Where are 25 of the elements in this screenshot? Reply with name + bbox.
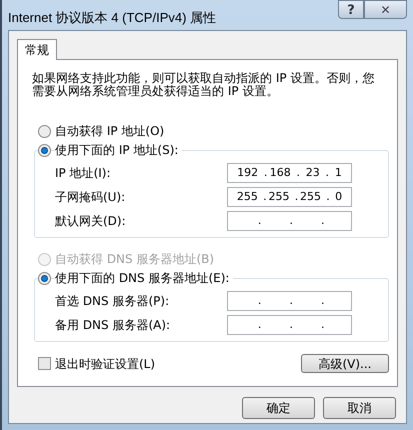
field-label: 首选 DNS 服务器(P): xyxy=(55,293,170,310)
radio-button[interactable] xyxy=(38,272,51,284)
tab[interactable]: 常规 xyxy=(17,39,57,60)
close-button[interactable]: ✕ xyxy=(364,0,407,19)
intro-text: 如果网络支持此功能，则可以获取自动指派的 IP 设置。否则，您需要从网络系统管理员处获得适当的 IP 设置。 xyxy=(32,72,376,98)
field-label: 默认网关(D): xyxy=(55,213,127,230)
ip-address-field[interactable]: 192 .168 . 23 . 1 xyxy=(227,163,352,183)
radio-label: 使用下面的 IP 地址(S): xyxy=(55,142,182,158)
ip-address-field[interactable]: . . . xyxy=(227,291,352,311)
checkbox[interactable] xyxy=(38,357,51,370)
ip-address-field[interactable]: 255 .255 .255 . 0 xyxy=(227,187,352,207)
help-button[interactable]: ? xyxy=(338,0,364,19)
radio-button[interactable] xyxy=(38,144,51,156)
ip-address-field[interactable]: . . . xyxy=(227,315,352,335)
field-label: 备用 DNS 服务器(A): xyxy=(55,317,172,334)
checkbox-label: 退出时验证设置(L) xyxy=(55,356,156,372)
dialog-button[interactable]: 取消 xyxy=(323,397,396,419)
radio-label: 使用下面的 DNS 服务器地址(E): xyxy=(55,270,234,286)
dialog-button[interactable]: 确定 xyxy=(242,397,315,419)
advanced-button[interactable]: 高级(V)... xyxy=(301,354,389,373)
ip-address-field[interactable]: . . . xyxy=(227,211,352,231)
window-title: Internet 协议版本 4 (TCP/IPv4) 属性 xyxy=(8,9,216,27)
field-label: 子网掩码(U): xyxy=(55,189,126,206)
radio-button[interactable] xyxy=(38,124,51,138)
field-label: IP 地址(I): xyxy=(55,165,112,182)
